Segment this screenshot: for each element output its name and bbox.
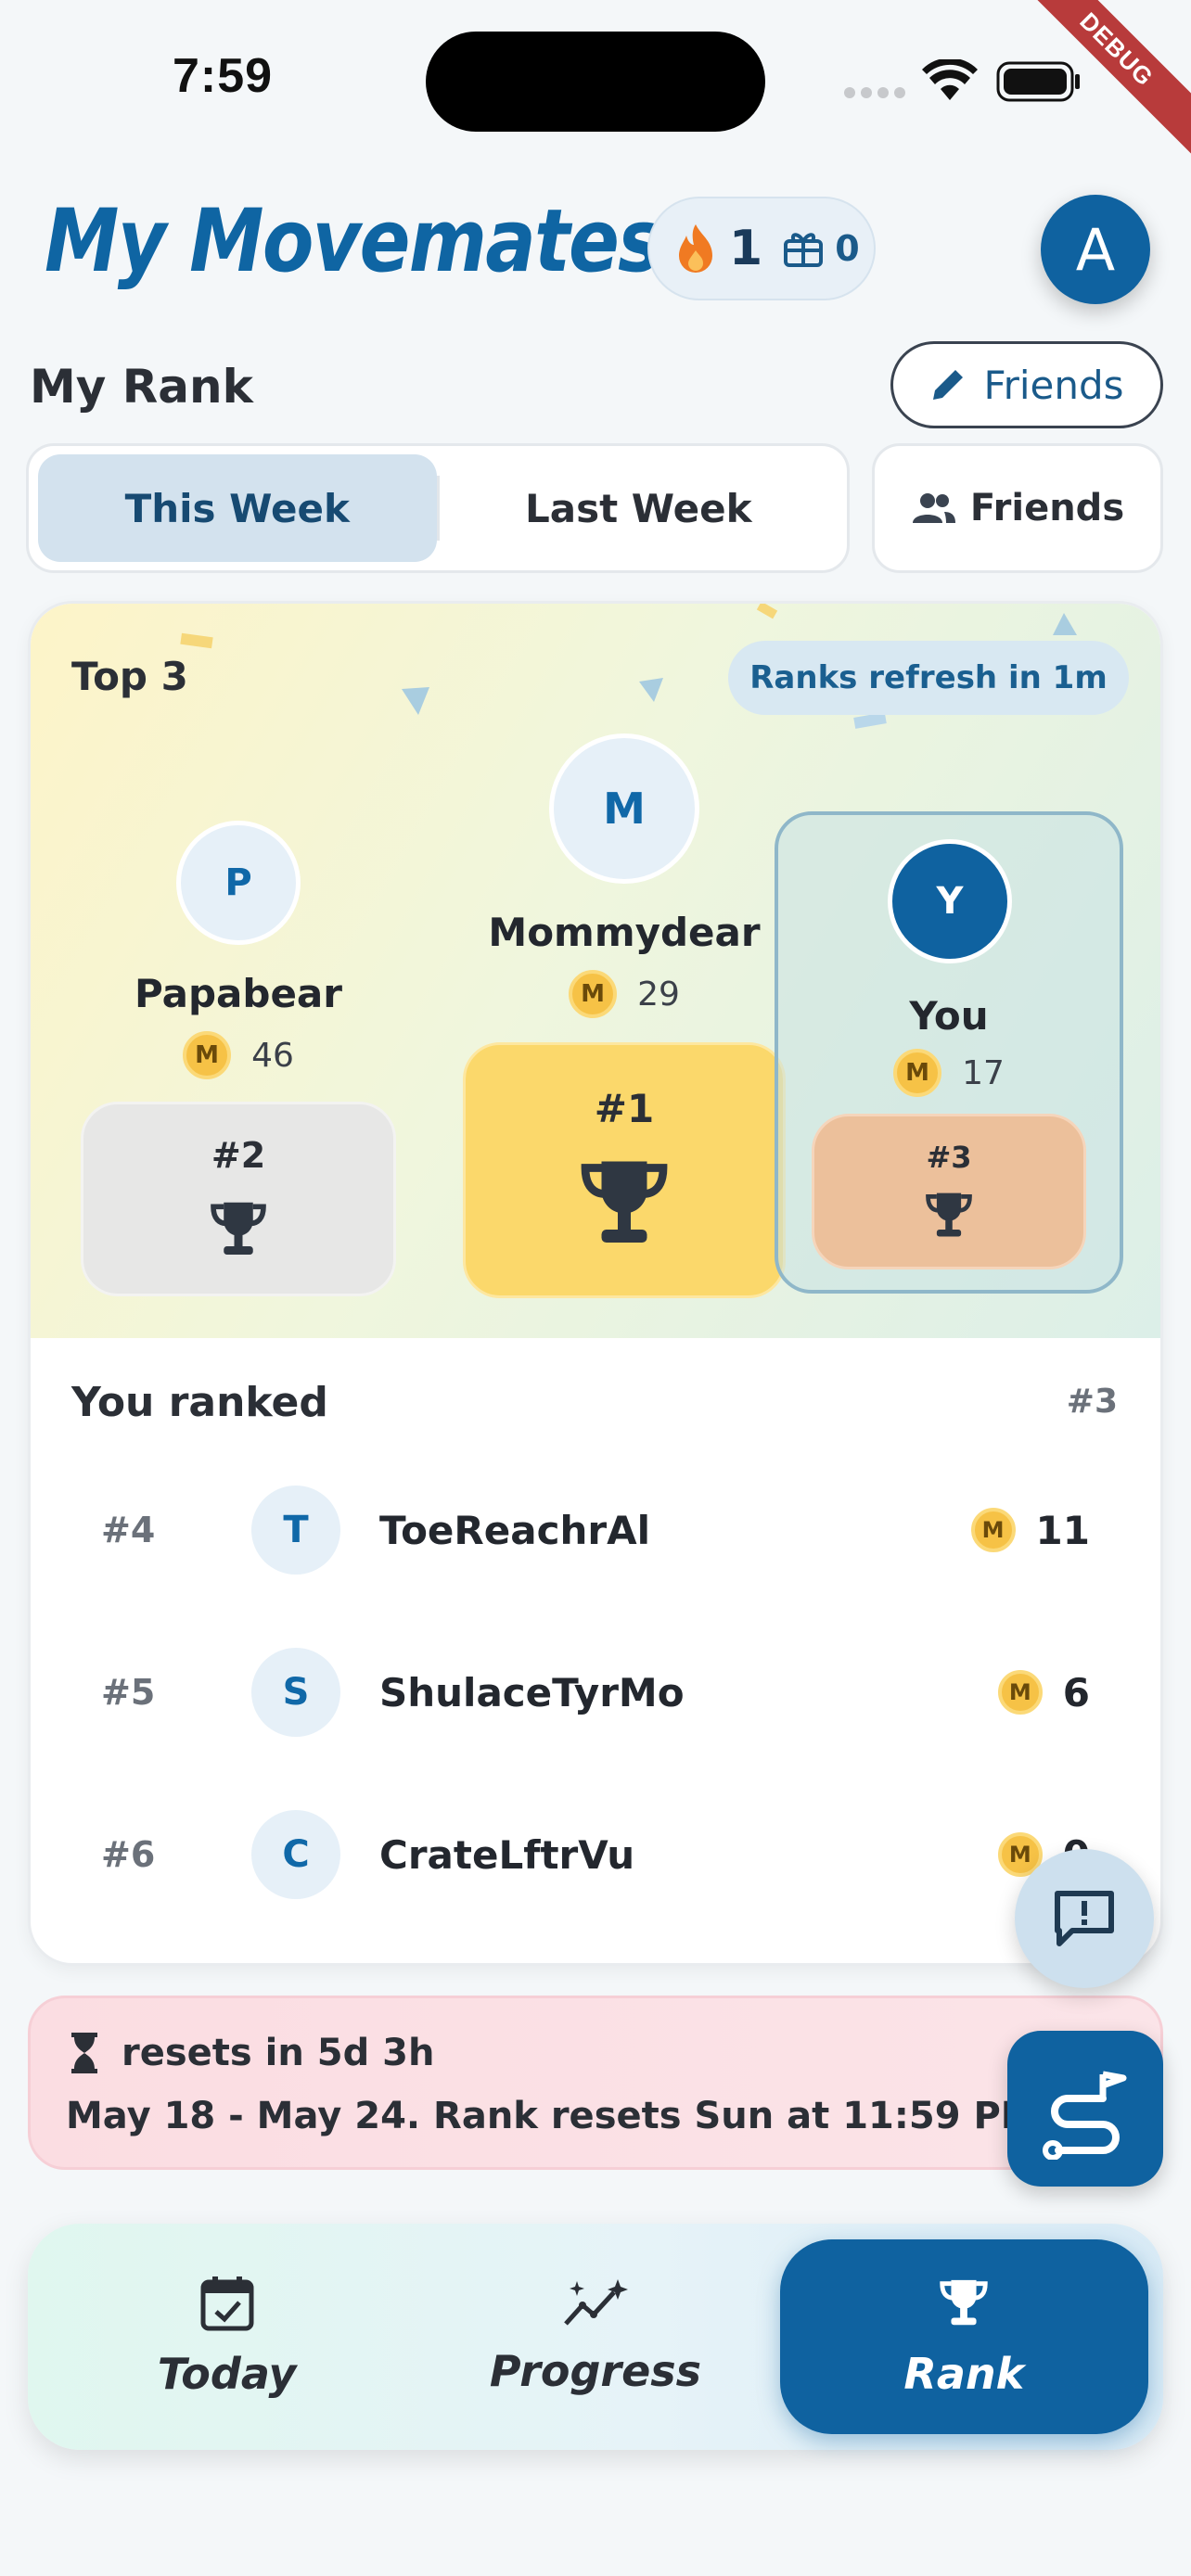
row-rank: #5: [101, 1672, 156, 1713]
confetti: [1053, 613, 1077, 635]
coin-icon: M: [997, 1670, 1043, 1715]
reset-countdown: resets in 5d 3h: [70, 2032, 434, 2074]
podium-section: Top 3 Ranks refresh in 1m P Papabear M 4…: [31, 604, 1160, 1338]
nav-today[interactable]: Today: [43, 2239, 411, 2434]
reset-countdown-text: resets in 5d 3h: [122, 2032, 435, 2074]
confetti: [402, 687, 429, 715]
leaderboard-card: Top 3 Ranks refresh in 1m P Papabear M 4…: [28, 601, 1163, 1966]
trophy-icon: [940, 2279, 988, 2326]
nav-rank[interactable]: Rank: [779, 2239, 1148, 2434]
list-item[interactable]: #6 C CrateLftrVu M0: [31, 1785, 1160, 1924]
podium-name: You: [909, 993, 989, 1039]
gift-box-icon: [784, 233, 824, 267]
week-segmented-control: This Week Last Week: [26, 443, 850, 573]
podium-score: M 29: [439, 970, 810, 1018]
route-flag-icon: [1043, 2071, 1127, 2160]
streak-pill[interactable]: 1 0: [647, 197, 876, 300]
podium-second[interactable]: P Papabear M 46 #2: [81, 821, 396, 1296]
pencil-icon: [933, 370, 964, 400]
dynamic-island: [426, 32, 765, 132]
rank-label: #1: [594, 1085, 655, 1131]
friends-filter-label: Friends: [969, 487, 1125, 529]
reset-banner: resets in 5d 3h May 18 - May 24. Rank re…: [28, 1996, 1163, 2170]
score-value: 17: [962, 1053, 1005, 1092]
edit-friends-button[interactable]: Friends: [890, 341, 1163, 428]
route-button[interactable]: [1007, 2031, 1163, 2187]
hourglass-icon: [71, 2033, 97, 2073]
score-value: 29: [637, 975, 680, 1014]
bottom-navigation: Today Progress Rank: [28, 2224, 1163, 2450]
row-score: M6: [997, 1669, 1090, 1715]
refresh-badge: Ranks refresh in 1m: [728, 641, 1129, 715]
section-title: My Rank: [30, 360, 253, 414]
sparkle-chart-icon: [564, 2279, 628, 2326]
calendar-check-icon: [200, 2276, 254, 2331]
podium-third-you[interactable]: Y You M 17 #3: [775, 811, 1123, 1294]
people-icon: [912, 493, 955, 523]
ranked-list-title: You ranked: [71, 1379, 328, 1426]
friends-filter-button[interactable]: Friends: [872, 443, 1163, 573]
wifi-icon: [922, 59, 978, 100]
avatar: T: [251, 1486, 340, 1575]
row-name: ToeReachrAl: [379, 1507, 650, 1553]
feedback-icon: [1055, 1891, 1114, 1946]
profile-avatar[interactable]: A: [1041, 195, 1150, 304]
trophy-icon: [211, 1202, 266, 1255]
avatar: S: [251, 1648, 340, 1737]
nav-label: Rank: [903, 2349, 1025, 2399]
avatar: M: [549, 733, 699, 884]
trophy-icon: [926, 1192, 972, 1237]
avatar: Y: [888, 839, 1012, 963]
score-value: 46: [251, 1036, 294, 1075]
avatar: P: [176, 821, 301, 945]
coin-icon: M: [970, 1508, 1016, 1552]
nav-label: Today: [157, 2349, 297, 2399]
tab-last-week[interactable]: Last Week: [440, 454, 839, 562]
avatar: C: [251, 1810, 340, 1899]
list-item[interactable]: #4 T ToeReachrAl M 11: [31, 1460, 1160, 1600]
podium-block-gold: #1: [463, 1042, 786, 1298]
nav-progress[interactable]: Progress: [411, 2239, 779, 2434]
gift-count: 0: [835, 228, 860, 269]
score-value: 11: [1035, 1507, 1090, 1553]
podium-name: Mommydear: [488, 910, 761, 955]
podium-score: M 17: [778, 1049, 1120, 1097]
tab-this-week[interactable]: This Week: [38, 454, 437, 562]
row-name: CrateLftrVu: [379, 1831, 635, 1878]
my-rank-label: #3: [1066, 1383, 1118, 1421]
reset-detail: May 18 - May 24. Rank resets Sun at 11:5…: [66, 2095, 1134, 2137]
coin-icon: M: [569, 970, 618, 1018]
flame-icon: [679, 224, 712, 273]
score-value: 6: [1062, 1669, 1090, 1715]
feedback-button[interactable]: [1015, 1849, 1154, 1988]
edit-friends-label: Friends: [983, 362, 1124, 408]
battery-icon: [996, 61, 1080, 102]
trophy-icon: [581, 1161, 668, 1243]
rank-label: #2: [211, 1135, 266, 1176]
podium-score: M 46: [81, 1031, 396, 1079]
podium-first[interactable]: M Mommydear M 29 #1: [439, 733, 810, 1298]
app-title: My Movemates: [45, 191, 662, 292]
rank-label: #3: [926, 1140, 972, 1175]
podium-block-silver: #2: [81, 1102, 396, 1296]
nav-label: Progress: [489, 2346, 702, 2396]
coin-icon: M: [893, 1049, 942, 1097]
row-rank: #4: [101, 1510, 156, 1550]
cellular-signal-icon: [844, 87, 905, 98]
streak-count: 1: [729, 221, 763, 276]
coin-icon: M: [183, 1031, 232, 1079]
row-name: ShulaceTyrMo: [379, 1669, 685, 1715]
confetti: [180, 632, 213, 649]
confetti: [756, 604, 778, 619]
status-time: 7:59: [173, 49, 274, 103]
top3-title: Top 3: [71, 654, 188, 699]
list-item[interactable]: #5 S ShulaceTyrMo M6: [31, 1623, 1160, 1762]
row-rank: #6: [101, 1834, 156, 1875]
row-score: M 11: [970, 1507, 1090, 1553]
podium-name: Papabear: [134, 971, 342, 1016]
confetti: [639, 678, 663, 702]
podium-block-bronze: #3: [812, 1114, 1086, 1269]
